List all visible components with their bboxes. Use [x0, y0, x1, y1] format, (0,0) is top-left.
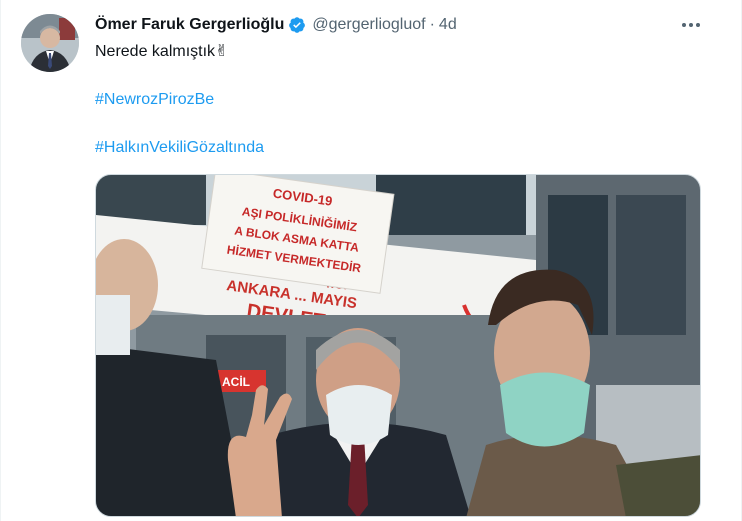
more-options-button[interactable] — [677, 14, 705, 36]
tweet-header: Ömer Faruk Gergerlioğlu @gergerliogluof … — [95, 14, 457, 36]
door-sign: ACİL — [222, 374, 250, 389]
timestamp[interactable]: 4d — [439, 14, 457, 36]
author-display-name[interactable]: Ömer Faruk Gergerlioğlu — [95, 14, 284, 36]
hashtag-link[interactable]: #NewrozPirozBe — [95, 91, 214, 108]
separator-dot: · — [429, 16, 435, 33]
tweet-text-content: Nerede kalmıştık — [95, 43, 216, 60]
verified-badge-icon — [289, 17, 306, 33]
victory-hand-emoji: ✌ — [215, 43, 229, 60]
photo-image: T.C. ANKARA ... MAYIS DEVLET HASTANESİ C… — [96, 175, 700, 516]
tweet-text-line: Nerede kalmıştık✌ — [95, 40, 715, 64]
more-horizontal-icon — [682, 23, 700, 27]
tweet-text: Nerede kalmıştık✌ #NewrozPirozBe #Halkın… — [95, 40, 715, 160]
hashtag-link[interactable]: #HalkınVekiliGözaltında — [95, 139, 264, 156]
avatar-image — [21, 14, 79, 72]
avatar[interactable] — [21, 14, 79, 72]
tweet-photo[interactable]: T.C. ANKARA ... MAYIS DEVLET HASTANESİ C… — [95, 174, 701, 517]
author-handle[interactable]: @gergerliogluof — [312, 14, 425, 36]
tweet-card[interactable]: Ömer Faruk Gergerlioğlu @gergerliogluof … — [0, 0, 742, 521]
